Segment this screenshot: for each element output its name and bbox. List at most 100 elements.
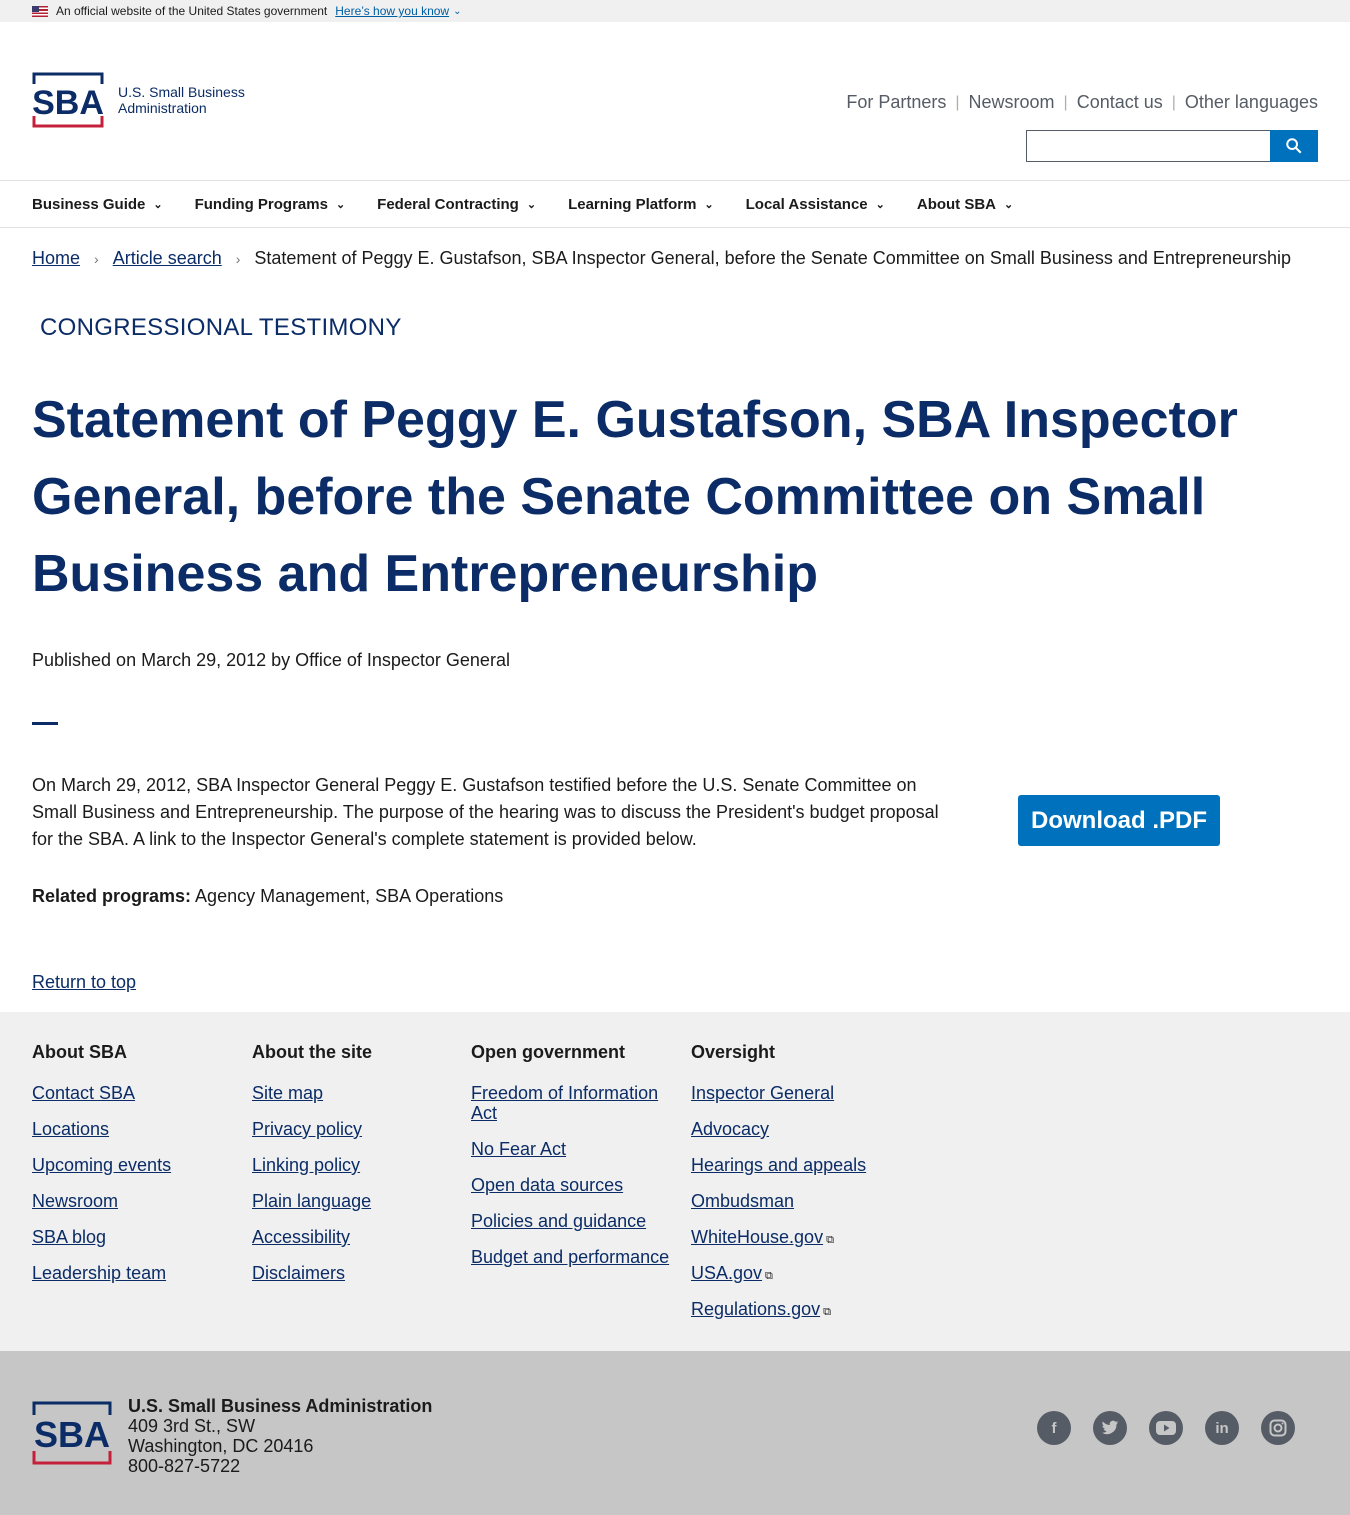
footer-link[interactable]: Budget and performance [471,1247,671,1267]
nav-label: About SBA [916,195,997,213]
for-partners-link[interactable]: For Partners [846,92,946,113]
main-nav: Business Guide ⌄ Funding Programs ⌄ Federa… [0,180,1350,228]
chevron-down-icon: ⌄ [453,5,462,17]
footer-link[interactable]: Site map [252,1083,452,1103]
footer-link[interactable]: Inspector General [691,1083,891,1103]
page-title: Statement of Peggy E. Gustafson, SBA Ins… [32,391,1238,603]
footer-links: About SBA Contact SBA Locations Upcoming… [0,1012,1350,1351]
footer-link[interactable]: Privacy policy [252,1119,452,1139]
footer-link[interactable]: Plain language [252,1191,452,1211]
footer-link[interactable]: Linking policy [252,1155,452,1175]
footer-heading: About the site [252,1042,372,1062]
footer-street: 409 3rd St., SW [128,1416,256,1436]
facebook-icon[interactable]: f [1037,1411,1071,1445]
footer-link[interactable]: Disclaimers [252,1263,452,1283]
footer-link[interactable]: Policies and guidance [471,1211,671,1231]
sba-logo-link[interactable]: SBA U.S. Small Business Administration [32,72,245,128]
usa-gov-link[interactable]: USA.gov [691,1263,762,1283]
related-programs-value: Agency Management, SBA Operations [191,886,504,906]
footer-link[interactable]: Freedom of Information Act [471,1083,671,1123]
article-body: On March 29, 2012, SBA Inspector General… [32,775,939,849]
footer-bottom: SBA U.S. Small Business Administration 4… [0,1351,1350,1515]
nav-label: Funding Programs [194,195,328,213]
svg-text:SBA: SBA [32,84,104,122]
footer-link[interactable]: Ombudsman [691,1191,891,1211]
gov-banner-text: An official website of the United States… [56,4,328,18]
footer-heading: About SBA [32,1042,127,1062]
footer-link[interactable]: No Fear Act [471,1139,671,1159]
nav-local-assistance[interactable]: Local Assistance ⌄ [746,196,885,213]
article-category: CONGRESSIONAL TESTIMONY [40,314,402,341]
nav-separator: | [1171,93,1176,111]
search-input[interactable] [1026,130,1270,162]
regulations-gov-link[interactable]: Regulations.gov [691,1299,820,1319]
secondary-nav: For Partners | Newsroom | Contact us | O… [846,92,1318,113]
newsroom-link[interactable]: Newsroom [969,92,1055,113]
logo-line1: U.S. Small Business [118,84,245,100]
footer-link[interactable]: Advocacy [691,1119,891,1139]
footer-col-about: About SBA Contact SBA Locations Upcoming… [32,1042,232,1299]
search-form [1026,130,1318,162]
nav-business-guide[interactable]: Business Guide ⌄ [32,196,163,213]
search-icon [1286,138,1302,154]
us-flag-icon [32,5,48,17]
instagram-icon[interactable] [1261,1411,1295,1445]
contact-us-link[interactable]: Contact us [1077,92,1163,113]
breadcrumb-home[interactable]: Home [32,248,80,269]
chevron-right-icon: › [94,250,99,267]
footer-link[interactable]: SBA blog [32,1227,232,1247]
published-info: Published on March 29, 2012 by Office of… [32,650,510,670]
sba-logo-icon: SBA [32,72,104,128]
related-programs: Related programs: Agency Management, SBA… [32,886,503,907]
footer-link[interactable]: Upcoming events [32,1155,232,1175]
chevron-down-icon: ⌄ [526,198,537,211]
youtube-icon[interactable] [1149,1411,1183,1445]
footer-address: U.S. Small Business Administration 409 3… [128,1396,432,1476]
twitter-icon[interactable] [1093,1411,1127,1445]
whitehouse-link[interactable]: WhiteHouse.gov [691,1227,823,1247]
footer-external-link-row: WhiteHouse.gov ⧉ [691,1227,891,1247]
chevron-down-icon: ⌄ [153,198,163,211]
gov-banner: An official website of the United States… [0,0,1350,22]
heres-how-you-know-link[interactable]: Here’s how you know [335,4,449,18]
social-links: f in [1015,1411,1295,1445]
nav-label: Local Assistance [745,195,868,213]
nav-label: Business Guide [32,195,146,213]
linkedin-icon[interactable]: in [1205,1411,1239,1445]
nav-separator: | [1063,93,1068,111]
footer-link[interactable]: Locations [32,1119,232,1139]
footer-city: Washington, DC 20416 [128,1436,314,1456]
footer-heading: Open government [471,1042,626,1062]
breadcrumb: Home › Article search › Statement of Peg… [32,248,1291,269]
search-button[interactable] [1270,130,1318,162]
download-pdf-button[interactable]: Download .PDF [1018,795,1220,846]
related-programs-label: Related programs: [32,886,192,906]
nav-about-sba[interactable]: About SBA ⌄ [917,196,1013,213]
chevron-down-icon: ⌄ [704,198,714,211]
external-link-icon: ⧉ [826,1234,834,1246]
title-divider [32,722,58,725]
footer-link[interactable]: Accessibility [252,1227,452,1247]
footer-col-oversight: Oversight Inspector General Advocacy Hea… [691,1042,891,1335]
footer-link[interactable]: Contact SBA [32,1083,232,1103]
footer-link[interactable]: Hearings and appeals [691,1155,891,1175]
footer-col-site: About the site Site map Privacy policy L… [252,1042,452,1299]
chevron-down-icon: ⌄ [875,198,885,211]
nav-funding-programs[interactable]: Funding Programs ⌄ [195,196,346,213]
return-to-top-link[interactable]: Return to top [32,972,136,993]
chevron-down-icon: ⌄ [1004,198,1014,211]
site-header: SBA U.S. Small Business Administration F… [0,22,1350,180]
footer-external-link-row: USA.gov ⧉ [691,1263,891,1283]
other-languages-link[interactable]: Other languages [1185,92,1318,113]
footer-link[interactable]: Open data sources [471,1175,671,1195]
external-link-icon: ⧉ [765,1270,773,1282]
breadcrumb-article-search[interactable]: Article search [113,248,222,269]
chevron-right-icon: › [235,250,241,267]
nav-federal-contracting[interactable]: Federal Contracting ⌄ [377,196,536,213]
footer-link[interactable]: Newsroom [32,1191,232,1211]
footer-org-name: U.S. Small Business Administration [128,1396,433,1416]
nav-learning-platform[interactable]: Learning Platform ⌄ [568,196,714,213]
breadcrumb-current: Statement of Peggy E. Gustafson, SBA Ins… [254,248,1291,268]
footer-phone: 800-827-5722 [128,1456,241,1476]
footer-link[interactable]: Leadership team [32,1263,232,1283]
